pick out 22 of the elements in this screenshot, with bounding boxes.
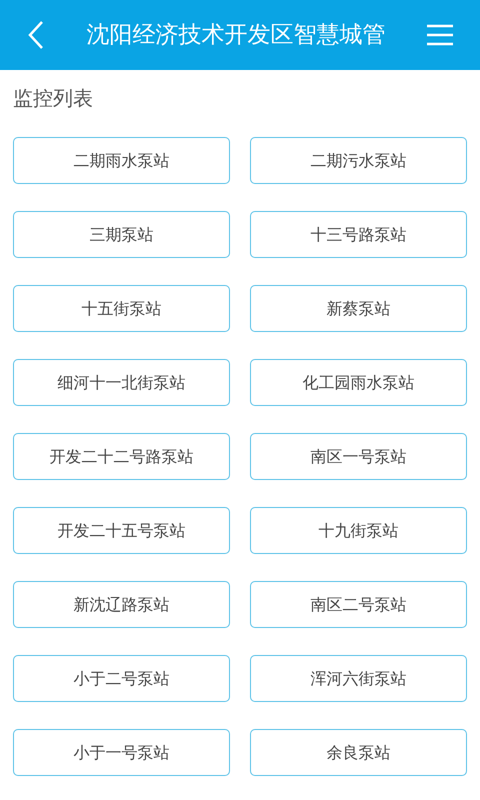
station-button[interactable]: 二期雨水泵站	[13, 137, 230, 184]
section-title: 监控列表	[13, 86, 94, 110]
station-button[interactable]: 化工园雨水泵站	[250, 359, 467, 406]
station-button[interactable]: 开发二十二号路泵站	[13, 433, 230, 480]
station-button[interactable]: 南区一号泵站	[250, 433, 467, 480]
station-button[interactable]: 细河十一北街泵站	[13, 359, 230, 406]
station-button[interactable]: 十五街泵站	[13, 285, 230, 332]
station-button[interactable]: 浑河六街泵站	[250, 655, 467, 702]
station-button[interactable]: 二期污水泵站	[250, 137, 467, 184]
menu-icon	[427, 24, 453, 46]
station-button[interactable]: 小于一号泵站	[13, 729, 230, 776]
station-button[interactable]: 新沈辽路泵站	[13, 581, 230, 628]
station-button[interactable]: 开发二十五号泵站	[13, 507, 230, 554]
station-button[interactable]: 余良泵站	[250, 729, 467, 776]
back-icon	[27, 20, 45, 50]
app-title: 沈阳经济技术开发区智慧城管	[86, 20, 386, 50]
station-button[interactable]: 新蔡泵站	[250, 285, 467, 332]
station-button[interactable]: 三期泵站	[13, 211, 230, 258]
station-button[interactable]: 南区二号泵站	[250, 581, 467, 628]
station-button[interactable]: 小于二号泵站	[13, 655, 230, 702]
station-button[interactable]: 十三号路泵站	[250, 211, 467, 258]
station-button[interactable]: 十九街泵站	[250, 507, 467, 554]
